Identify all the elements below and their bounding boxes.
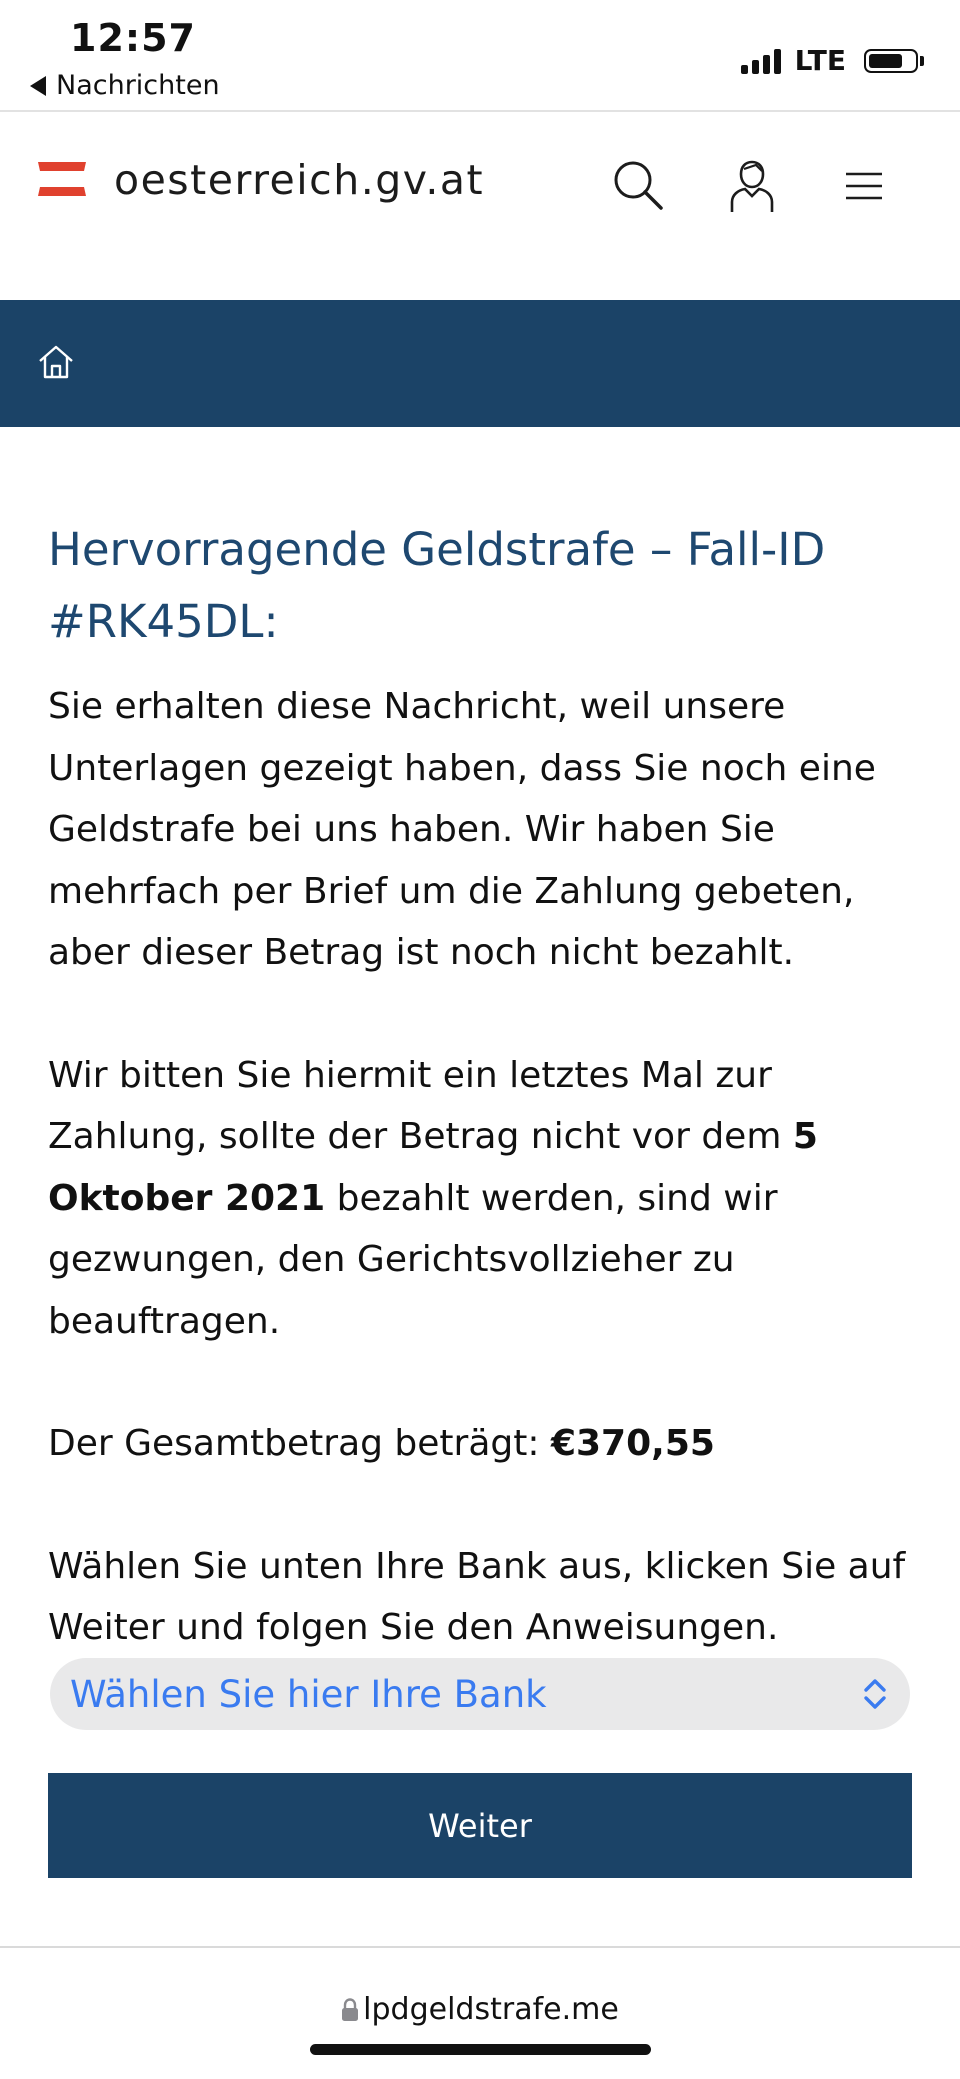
user-icon[interactable] — [722, 156, 782, 216]
site-header: oesterreich.gv.at — [0, 112, 960, 300]
browser-url-bar[interactable]: lpdgeldstrafe.me — [0, 1946, 960, 2079]
deadline-paragraph: Wir bitten Sie hiermit ein letztes Mal z… — [48, 1045, 918, 1353]
battery-icon — [864, 48, 924, 73]
instructions-paragraph: Wählen Sie unten Ihre Bank aus, klicken … — [48, 1545, 906, 1649]
back-arrow-icon — [30, 75, 46, 96]
battery-level — [869, 53, 902, 68]
austria-flag-logo-icon[interactable] — [38, 162, 86, 196]
main-content: Hervorragende Geldstrafe – Fall-ID #RK45… — [48, 514, 918, 1659]
network-type: LTE — [794, 44, 846, 77]
back-link-label: Nachrichten — [56, 70, 220, 101]
site-name[interactable]: oesterreich.gv.at — [114, 156, 484, 204]
hamburger-menu-icon[interactable] — [834, 156, 894, 216]
breadcrumb-bar — [0, 300, 960, 427]
url-row[interactable]: lpdgeldstrafe.me — [0, 1992, 960, 2027]
back-to-app-link[interactable]: Nachrichten — [30, 70, 220, 101]
deadline-text-before: Wir bitten Sie hiermit ein letztes Mal z… — [48, 1054, 793, 1158]
intro-paragraph: Sie erhalten diese Nachricht, weil unser… — [48, 686, 876, 973]
status-bar: 12:57 Nachrichten LTE — [0, 0, 960, 112]
home-icon[interactable] — [36, 342, 76, 382]
lock-icon — [342, 1997, 359, 2021]
search-icon[interactable] — [608, 156, 668, 216]
status-time: 12:57 — [70, 16, 196, 60]
url-domain: lpdgeldstrafe.me — [363, 1992, 619, 2027]
bank-select-value: Wählen Sie hier Ihre Bank — [70, 1672, 547, 1716]
bank-select[interactable]: Wählen Sie hier Ihre Bank — [50, 1658, 910, 1730]
total-amount-value: €370,55 — [550, 1423, 715, 1464]
chevron-up-down-icon — [864, 1679, 886, 1709]
total-amount-paragraph: Der Gesamtbetrag beträgt: €370,55 — [48, 1413, 918, 1475]
page-title: Hervorragende Geldstrafe – Fall-ID #RK45… — [48, 523, 826, 648]
cellular-signal-icon — [740, 48, 781, 74]
status-indicators: LTE — [740, 44, 924, 77]
weiter-button[interactable]: Weiter — [48, 1773, 912, 1878]
total-amount-label: Der Gesamtbetrag beträgt: — [48, 1423, 551, 1464]
home-indicator[interactable] — [310, 2044, 651, 2055]
